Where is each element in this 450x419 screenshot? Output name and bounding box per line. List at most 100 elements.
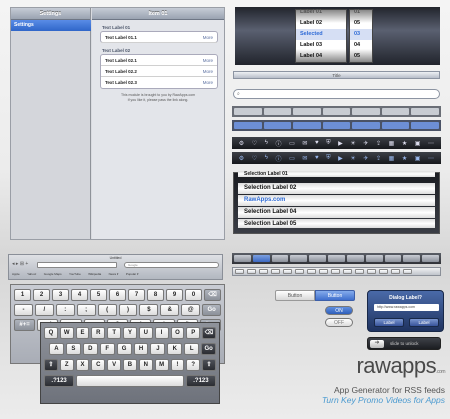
heart-filled-icon[interactable]: ♥ [315,155,319,161]
key[interactable]: - [14,304,33,316]
toolbar-button[interactable] [403,255,421,262]
go-key[interactable]: Go [202,304,222,316]
list-item[interactable]: Selection Label 02 [238,183,435,194]
key[interactable]: 6 [109,289,126,301]
sun-icon[interactable]: ☀ [350,140,355,147]
shift-key[interactable]: ⇧ [202,359,216,371]
dialog-button-1[interactable]: Label [374,318,404,327]
play-icon[interactable]: ▶ [338,140,343,147]
key[interactable]: 4 [71,289,88,301]
add-icon[interactable]: + [25,261,28,267]
key[interactable]: S [65,343,81,355]
monitor-icon[interactable]: ▭ [289,140,295,147]
key[interactable]: A [49,343,64,355]
key[interactable]: : [55,304,75,316]
segment[interactable] [322,108,351,115]
table-row[interactable]: Text Label 02.1 More [101,55,217,66]
toolbar-button[interactable] [252,255,270,262]
key[interactable]: $ [139,304,159,316]
flash-icon[interactable]: ϟ [265,155,268,161]
toolbar-button[interactable] [343,269,352,274]
key[interactable]: ? [186,359,201,371]
gear-icon[interactable]: ⚙ [239,140,244,147]
plane-icon[interactable]: ✈ [363,155,368,162]
toolbar-button[interactable] [365,255,383,262]
backspace-key[interactable]: ⌫ [204,289,221,301]
list-item[interactable]: Selection Label 05 [238,219,435,228]
segment[interactable] [352,122,380,129]
dialog-text-field[interactable]: http://www.rawapps.com [374,304,439,311]
toolbar-button[interactable] [384,255,402,262]
key[interactable]: Y [123,327,137,339]
grid-icon[interactable]: ▦ [389,155,395,162]
arrow-right-icon[interactable]: ➜ [370,340,384,348]
backspace-key[interactable]: ⌫ [202,327,216,339]
bookmark[interactable]: YouTube [69,272,81,276]
segment-button-right[interactable]: Button [315,290,355,301]
grid-icon[interactable]: ▦ [389,140,395,147]
symbols-key[interactable]: #+= [14,319,36,331]
bookmarks-icon[interactable]: ⊞ [20,261,24,267]
segment[interactable] [293,122,321,129]
photos-icon[interactable]: ▣ [415,155,421,162]
sun-icon[interactable]: ☀ [350,155,355,162]
picker-wheel-1[interactable]: Label 01 Label 02 Selected Label 03 Labe… [295,9,347,63]
toolbar-button[interactable] [283,269,292,274]
segment[interactable] [411,122,440,129]
space-key[interactable] [76,375,184,387]
monitor-icon[interactable]: ▭ [289,155,295,162]
toolbar-button[interactable] [319,269,328,274]
key[interactable]: P [186,327,201,339]
key[interactable]: 7 [128,289,145,301]
key[interactable]: ) [118,304,138,316]
key[interactable]: 2 [33,289,50,301]
key[interactable]: 5 [90,289,107,301]
key[interactable]: R [91,327,106,339]
chat-icon[interactable]: ✉ [302,140,307,147]
segment-button-left[interactable]: Button [275,290,315,301]
more-icon[interactable]: ⋯ [428,140,434,147]
toggle-off[interactable]: OFF [325,318,353,327]
key[interactable]: E [75,327,90,339]
key[interactable]: L [184,343,200,355]
photos-icon[interactable]: ▣ [415,140,421,147]
heart-icon[interactable]: ♡ [252,155,257,162]
url-field[interactable] [37,262,117,268]
key[interactable]: C [91,359,106,371]
key[interactable]: I [154,327,169,339]
segment[interactable] [381,122,410,129]
gear-icon[interactable]: ⚙ [239,155,244,162]
key[interactable]: N [138,359,153,371]
plane-icon[interactable]: ✈ [363,140,368,147]
toolbar-button[interactable] [235,269,244,274]
toolbar-button[interactable] [307,269,316,274]
key[interactable]: 1 [14,289,31,301]
toolbar-button[interactable] [295,269,304,274]
shift-key[interactable]: ⇧ [44,359,58,371]
key[interactable]: 0 [185,289,202,301]
key[interactable]: / [34,304,54,316]
toolbar-button[interactable] [422,255,439,262]
bookmark[interactable]: Yahoo! [27,272,36,276]
table-row[interactable]: Text Label 02.3 More [101,77,217,88]
bookmark[interactable]: Wikipedia [88,272,101,276]
bookmark[interactable]: Apple [12,272,20,276]
toolbar-button[interactable] [367,269,376,274]
slide-to-unlock[interactable]: ➜ slide to unlock [367,337,441,350]
star-icon[interactable]: ★ [402,155,407,162]
list-item-selected[interactable]: RawApps.com [238,195,435,206]
table-row[interactable]: Text Label 01.1 More [101,32,217,43]
key[interactable]: ; [76,304,96,316]
back-icon[interactable]: ◂ [12,261,15,267]
key[interactable]: X [75,359,90,371]
upload-icon[interactable]: ⇪ [376,155,381,162]
list-item[interactable]: Selection Label 01 [238,171,435,177]
toolbar-button[interactable] [403,269,412,274]
numbers-key[interactable]: .?123 [185,375,216,387]
toolbar-button[interactable] [328,255,345,262]
key[interactable]: 3 [52,289,69,301]
segment[interactable] [263,108,292,115]
master-selected-row[interactable]: Settings [11,20,91,31]
shield-icon[interactable]: ⛨ [326,155,331,162]
key[interactable]: D [82,343,98,355]
